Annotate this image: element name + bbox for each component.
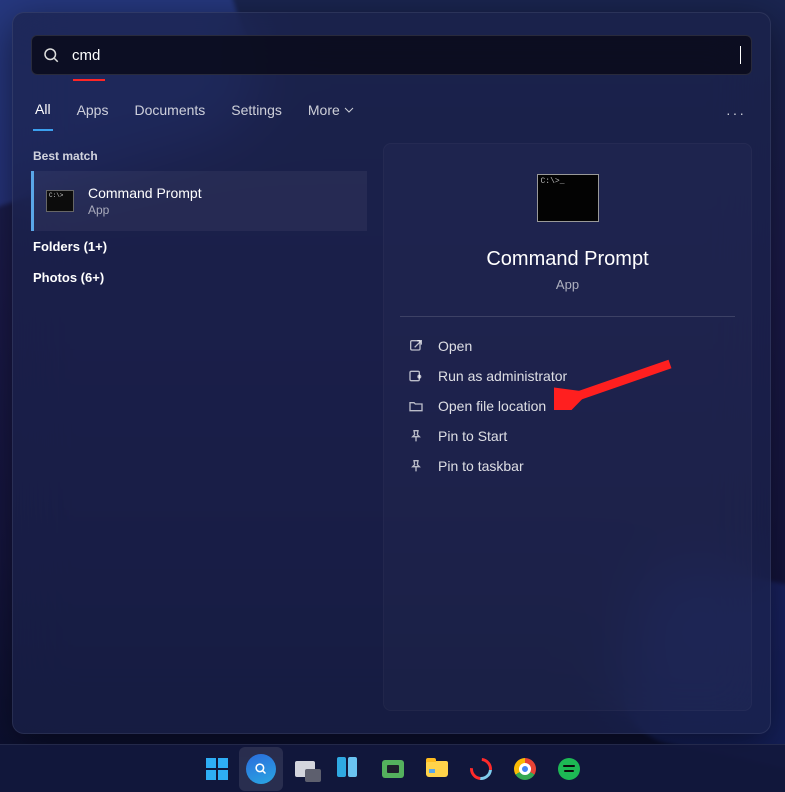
action-label: Run as administrator xyxy=(438,368,567,384)
action-label: Open file location xyxy=(438,398,546,414)
taskbar-file-explorer-button[interactable] xyxy=(415,747,459,791)
taskbar xyxy=(0,744,785,792)
tab-documents[interactable]: Documents xyxy=(132,96,207,130)
taskbar-widgets-button[interactable] xyxy=(327,747,371,791)
tab-more[interactable]: More xyxy=(306,96,356,130)
action-list: Open Run as administrator Open file loca… xyxy=(400,331,735,481)
pin-icon xyxy=(408,428,424,444)
text-caret xyxy=(740,46,741,64)
start-search-panel: All Apps Documents Settings More ··· Bes… xyxy=(12,12,771,734)
chrome-icon xyxy=(514,758,536,780)
open-icon xyxy=(408,338,424,354)
tab-apps[interactable]: Apps xyxy=(75,96,111,130)
taskbar-app-spotify[interactable] xyxy=(547,747,591,791)
results-column: Best match Command Prompt App Folders (1… xyxy=(31,143,367,711)
action-label: Open xyxy=(438,338,472,354)
pin-icon xyxy=(408,458,424,474)
action-open[interactable]: Open xyxy=(400,331,735,361)
action-label: Pin to Start xyxy=(438,428,507,444)
tab-label: All xyxy=(35,101,51,117)
taskbar-start-button[interactable] xyxy=(195,747,239,791)
result-label: Photos (6+) xyxy=(33,270,104,285)
result-label: Folders (1+) xyxy=(33,239,107,254)
chat-icon xyxy=(382,760,404,778)
taskbar-app-chrome[interactable] xyxy=(503,747,547,791)
result-item-folders[interactable]: Folders (1+) xyxy=(31,231,367,262)
overflow-menu-button[interactable]: ··· xyxy=(722,105,750,121)
action-open-file-location[interactable]: Open file location xyxy=(400,391,735,421)
action-pin-to-start[interactable]: Pin to Start xyxy=(400,421,735,451)
folder-icon xyxy=(408,398,424,414)
action-pin-to-taskbar[interactable]: Pin to taskbar xyxy=(400,451,735,481)
result-subtitle: App xyxy=(88,203,202,217)
detail-pane: Command Prompt App Open Run as administr… xyxy=(383,143,752,711)
tab-label: Apps xyxy=(77,102,109,118)
divider xyxy=(400,316,735,317)
search-query-underline-annotation xyxy=(73,79,105,81)
taskbar-chat-button[interactable] xyxy=(371,747,415,791)
taskbar-task-view-button[interactable] xyxy=(283,747,327,791)
task-view-icon xyxy=(295,761,315,777)
command-prompt-icon xyxy=(46,190,74,212)
chevron-down-icon xyxy=(344,105,354,115)
tab-label: Documents xyxy=(134,102,205,118)
folder-icon xyxy=(426,761,448,777)
widgets-icon xyxy=(337,757,361,781)
filter-tabs: All Apps Documents Settings More ··· xyxy=(31,95,752,131)
tab-all[interactable]: All xyxy=(33,95,53,131)
result-item-best-match[interactable]: Command Prompt App xyxy=(31,171,367,231)
taskbar-app-opera[interactable] xyxy=(459,747,503,791)
tab-settings[interactable]: Settings xyxy=(229,96,284,130)
best-match-heading: Best match xyxy=(33,149,365,163)
result-title: Command Prompt xyxy=(88,185,202,201)
result-item-photos[interactable]: Photos (6+) xyxy=(31,262,367,293)
search-box[interactable] xyxy=(31,35,752,75)
action-label: Pin to taskbar xyxy=(438,458,524,474)
search-input[interactable] xyxy=(72,47,742,64)
search-icon xyxy=(42,46,60,64)
tab-label: Settings xyxy=(231,102,282,118)
command-prompt-icon xyxy=(537,174,599,222)
search-icon xyxy=(246,754,276,784)
taskbar-search-button[interactable] xyxy=(239,747,283,791)
tab-label: More xyxy=(308,102,340,118)
windows-logo-icon xyxy=(206,758,228,780)
opera-icon xyxy=(465,753,496,784)
spotify-icon xyxy=(558,758,580,780)
action-run-as-administrator[interactable]: Run as administrator xyxy=(400,361,735,391)
shield-icon xyxy=(408,368,424,384)
detail-subtitle: App xyxy=(556,277,579,292)
detail-title: Command Prompt xyxy=(486,248,648,271)
